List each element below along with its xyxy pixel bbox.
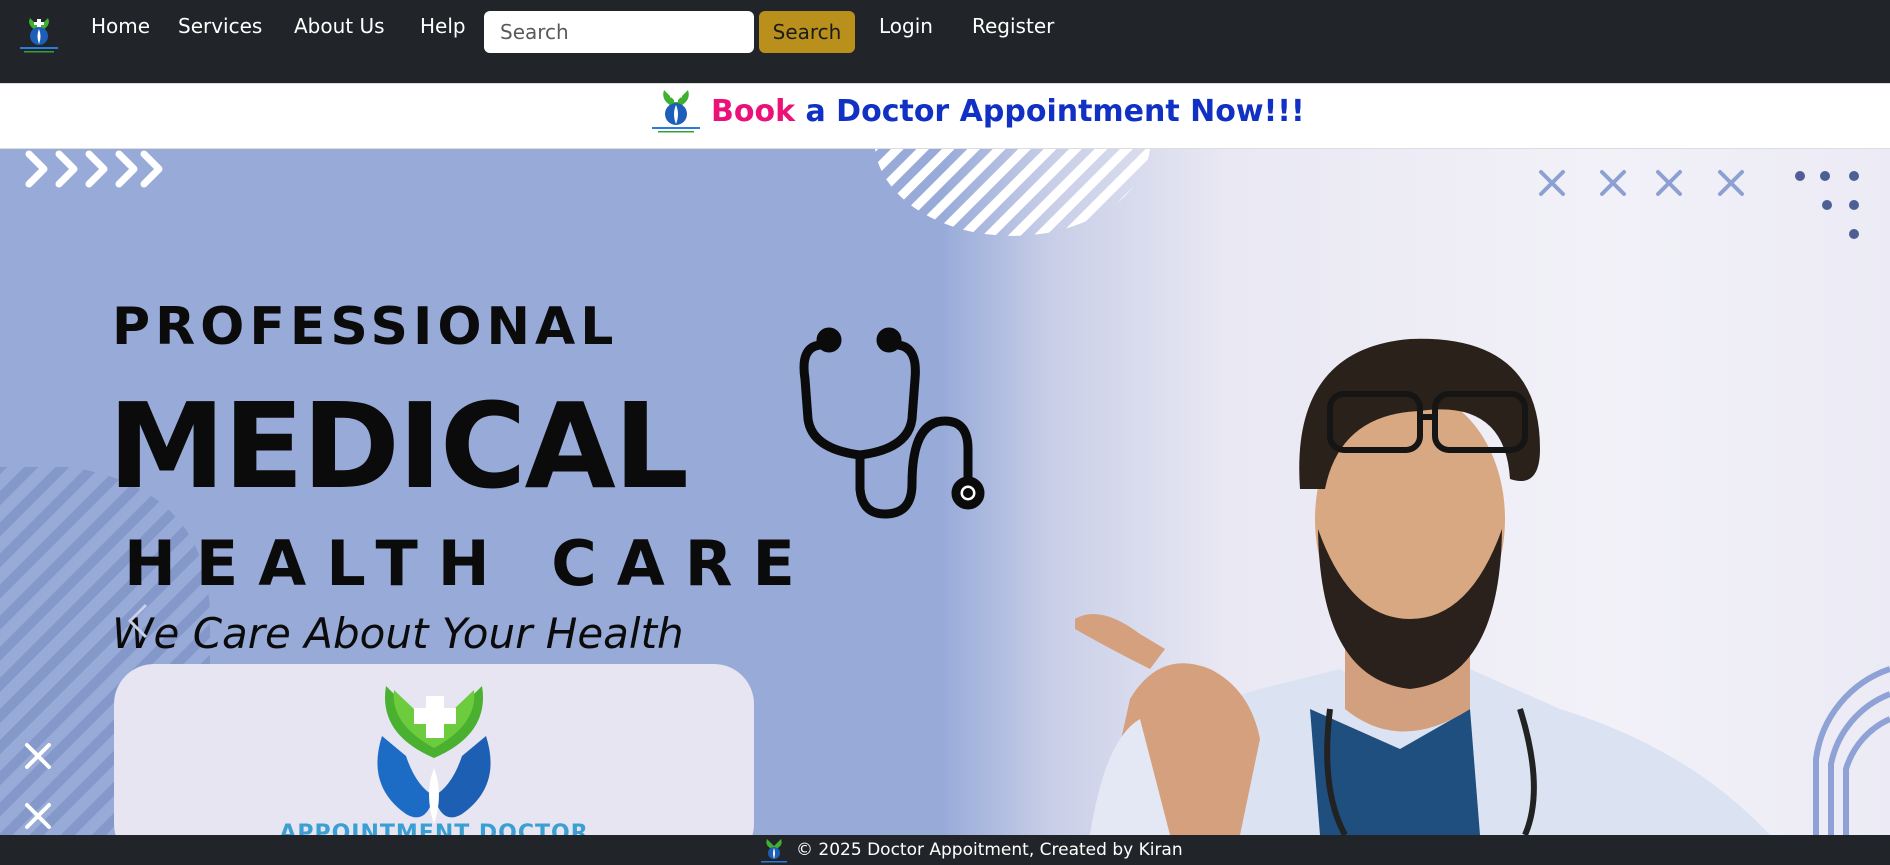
book-appointment-banner: Book a Doctor Appointment Now!!! bbox=[0, 83, 1890, 149]
chevron-left-icon[interactable] bbox=[118, 599, 162, 643]
hero-carousel: PROFESSIONAL MEDICAL HEALTH CARE We Care… bbox=[0, 149, 1890, 835]
navbar: Home Services About Us Help Search Login… bbox=[0, 0, 1890, 83]
hero-line2: MEDICAL bbox=[108, 377, 689, 515]
chevron-decoration bbox=[25, 150, 163, 188]
banner-accent-word: Book bbox=[711, 94, 796, 129]
logo-icon bbox=[652, 90, 700, 133]
banner-rest-text: a Doctor Appointment Now!!! bbox=[795, 94, 1305, 129]
nav-login[interactable]: Login bbox=[879, 13, 933, 39]
nav-services[interactable]: Services bbox=[178, 13, 262, 39]
doctor-photo bbox=[1075, 338, 1770, 835]
banner-title: Book a Doctor Appointment Now!!! bbox=[711, 93, 1305, 131]
nav-home[interactable]: Home bbox=[91, 13, 150, 39]
hero-line3: HEALTH CARE bbox=[124, 527, 815, 600]
footer: © 2025 Doctor Appoitment, Created by Kir… bbox=[0, 835, 1890, 865]
logo-icon bbox=[377, 686, 491, 824]
logo-icon bbox=[761, 839, 787, 863]
logo-caption: APPOINTMENT DOCTOR bbox=[279, 821, 589, 835]
logo-icon[interactable] bbox=[16, 14, 62, 56]
hero-tagline: We Care About Your Health bbox=[112, 609, 684, 658]
nav-register[interactable]: Register bbox=[972, 13, 1054, 39]
nav-help[interactable]: Help bbox=[420, 13, 466, 39]
search-input[interactable] bbox=[484, 11, 754, 53]
hero-logo-card: APPOINTMENT DOCTOR bbox=[114, 664, 754, 835]
hero-line1: PROFESSIONAL bbox=[112, 297, 619, 357]
footer-copyright: © 2025 Doctor Appoitment, Created by Kir… bbox=[796, 840, 1183, 860]
nav-about-us[interactable]: About Us bbox=[294, 13, 385, 39]
stethoscope-icon bbox=[799, 327, 985, 519]
search-button[interactable]: Search bbox=[759, 11, 855, 53]
